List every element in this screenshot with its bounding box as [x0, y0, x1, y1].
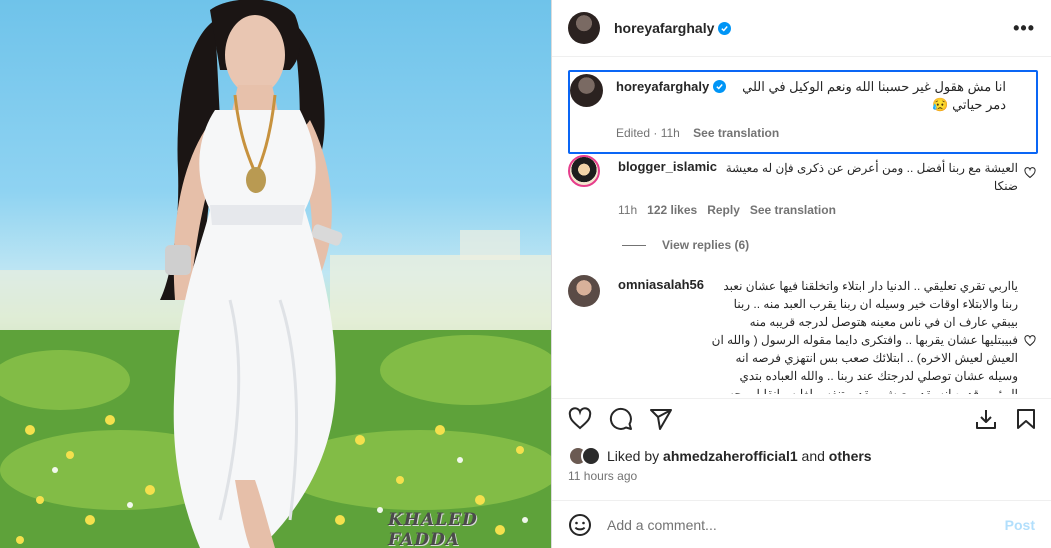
comment-reply-button[interactable]: Reply [707, 203, 740, 217]
comment-text: يااربي تقري تعليقي .. الدنيا دار ابتلاء … [711, 279, 1018, 394]
likes-prefix: Liked by [607, 448, 664, 464]
more-options-button[interactable]: ••• [1013, 18, 1035, 39]
comments-list[interactable]: horeyafarghaly انا مش هقول غير حسبنا الل… [552, 57, 1051, 394]
action-bar [552, 398, 1051, 438]
heart-icon[interactable] [568, 407, 592, 431]
commenter-avatar[interactable] [568, 275, 600, 307]
caption-text: انا مش هقول غير حسبنا الله ونعم الوكيل ف… [742, 79, 1006, 112]
commenter-username[interactable]: omniasalah56 [618, 277, 704, 292]
comment-time: 11h [618, 203, 638, 217]
heart-icon[interactable] [1024, 335, 1036, 347]
likes-others-link[interactable]: others [829, 448, 872, 464]
watermark-text: KHALED FADDA [388, 510, 478, 548]
liker-avatar[interactable] [581, 446, 601, 466]
view-replies-label: View replies (6) [662, 238, 750, 252]
author-avatar[interactable] [568, 12, 600, 44]
commenter-avatar[interactable] [568, 155, 600, 187]
view-replies-line [622, 244, 646, 246]
caption-username[interactable]: horeyafarghaly [616, 78, 709, 96]
caption-see-translation-button[interactable]: See translation [693, 126, 779, 140]
view-replies-button[interactable]: View replies (6) [622, 238, 749, 252]
post-comment-button[interactable]: Post [1005, 517, 1035, 533]
share-icon[interactable] [649, 407, 673, 431]
download-icon[interactable] [974, 407, 998, 431]
likes-and: and [797, 448, 829, 464]
comment-input[interactable] [607, 516, 1005, 533]
heart-icon[interactable] [1024, 167, 1036, 179]
likes-summary: Liked by ahmedzaherofficial1 and others [568, 446, 872, 466]
photo-illustration [0, 0, 551, 548]
verified-badge-icon [718, 21, 732, 35]
caption-edited-time: Edited · 11h [616, 126, 680, 140]
bookmark-icon[interactable] [1014, 407, 1038, 431]
caption-author-avatar[interactable] [570, 74, 603, 107]
author-username[interactable]: horeyafarghaly [614, 20, 714, 36]
post-side-panel: horeyafarghaly ••• horeyafarghaly انا مش… [551, 0, 1051, 548]
commenter-username[interactable]: blogger_islamic [618, 159, 717, 174]
post-caption: horeyafarghaly انا مش هقول غير حسبنا الل… [568, 70, 1038, 154]
comment-likes-count[interactable]: 122 likes [647, 203, 697, 217]
comment-see-translation-button[interactable]: See translation [750, 203, 836, 217]
comment-icon[interactable] [609, 407, 633, 431]
post-header: horeyafarghaly ••• [552, 0, 1051, 57]
liker-username[interactable]: ahmedzaherofficial1 [663, 448, 798, 464]
add-comment-bar: Post [552, 500, 1051, 548]
post-timestamp[interactable]: 11 hours ago [568, 469, 637, 483]
comment-text: العيشة مع ربنا أفضل .. ومن أعرض عن ذكرى … [725, 161, 1018, 193]
emoji-icon[interactable] [568, 513, 592, 537]
verified-badge-icon [713, 80, 727, 93]
post-photo[interactable]: KHALED FADDA [0, 0, 551, 548]
